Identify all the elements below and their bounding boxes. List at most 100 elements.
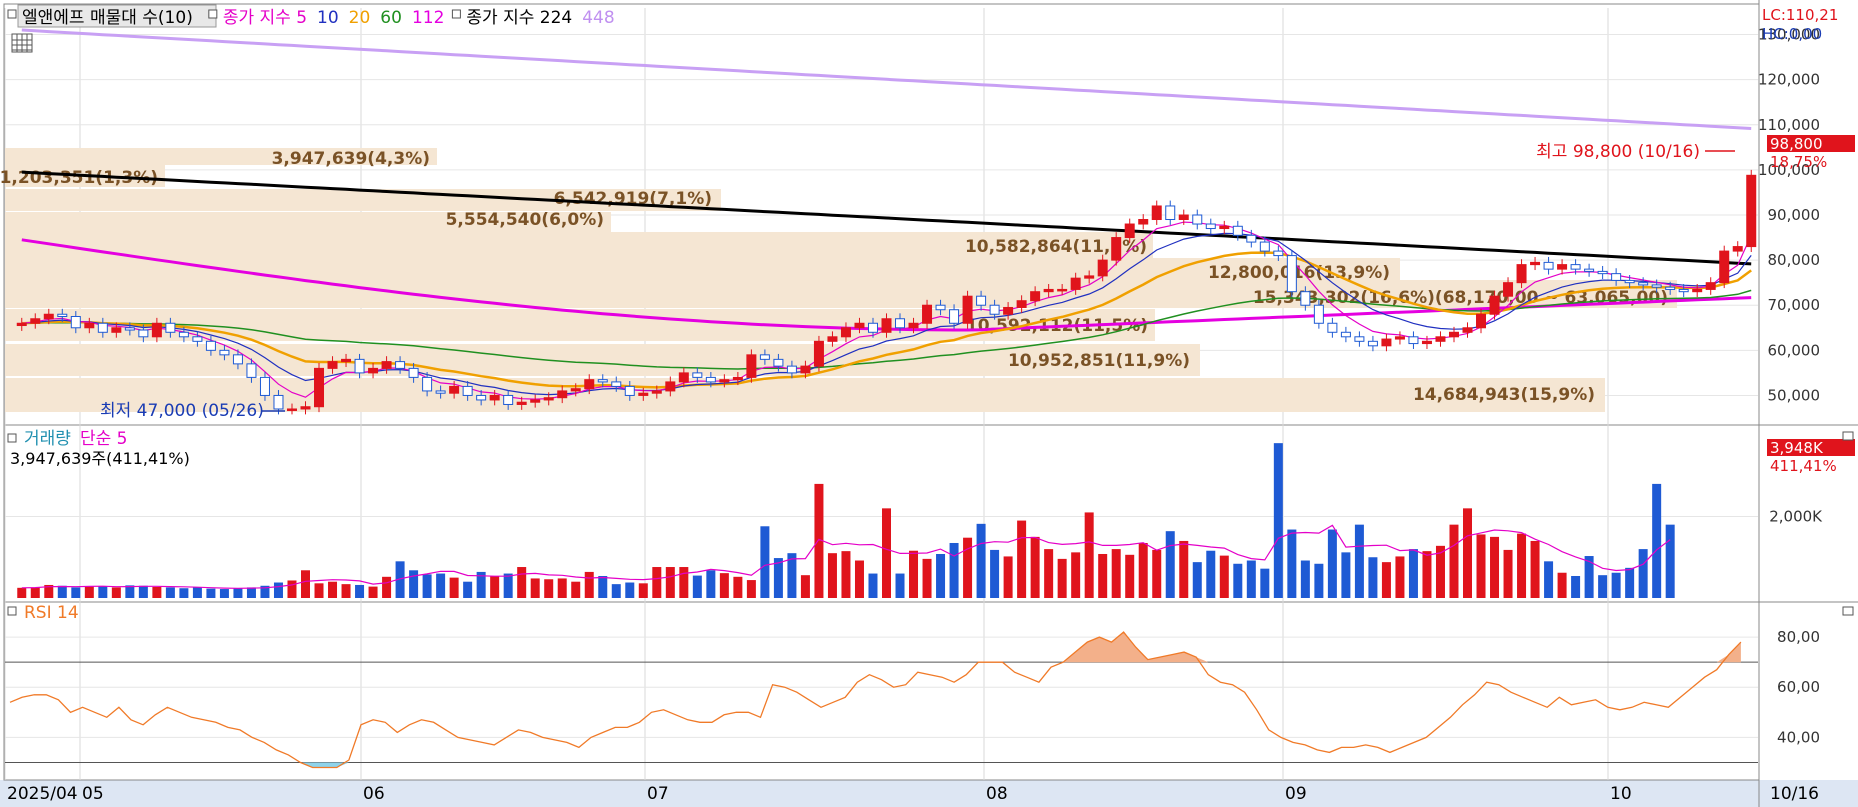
candle-body bbox=[1408, 336, 1419, 345]
volume-bar bbox=[1179, 540, 1189, 598]
candle-body bbox=[1030, 291, 1041, 302]
candle-body bbox=[1354, 336, 1365, 342]
candle-body bbox=[1462, 327, 1473, 333]
volume-bar bbox=[827, 553, 837, 598]
panel-close-icon[interactable] bbox=[1842, 606, 1854, 616]
volume-bar bbox=[1057, 558, 1067, 598]
volume-current-pct: 411,41% bbox=[1770, 457, 1837, 475]
candle-body bbox=[895, 318, 906, 329]
high-annotation: 최고 98,800 (10/16) bbox=[1536, 142, 1700, 162]
panel-close-icon[interactable] bbox=[1842, 431, 1854, 441]
volume-bar bbox=[584, 571, 594, 598]
candle-body bbox=[516, 401, 527, 405]
candle-body bbox=[530, 399, 541, 403]
volume-bar bbox=[746, 580, 756, 598]
volume-bar bbox=[98, 586, 108, 598]
volume-bar bbox=[192, 587, 202, 598]
volume-bar bbox=[963, 537, 973, 598]
candle-body bbox=[1421, 340, 1432, 345]
current-change-tag: 18,75% bbox=[1770, 153, 1827, 171]
candle-body bbox=[1489, 295, 1500, 315]
candle-body bbox=[1327, 322, 1338, 333]
volume-bar bbox=[1652, 483, 1662, 598]
volume-bar bbox=[71, 587, 81, 598]
candle-body bbox=[570, 388, 581, 392]
volume-profile-label: 14,684,943(15,9%) bbox=[1413, 385, 1595, 405]
volume-bar bbox=[1395, 556, 1405, 598]
volume-bar bbox=[922, 558, 932, 598]
candle-body bbox=[124, 327, 135, 331]
rsi-title: RSI 14 bbox=[24, 603, 79, 623]
candle-body bbox=[151, 322, 162, 338]
candle-body bbox=[1435, 336, 1446, 342]
legend-item: 10 bbox=[317, 8, 339, 28]
candle-body bbox=[989, 304, 1000, 315]
volume-bar bbox=[625, 582, 635, 598]
volume-bar bbox=[679, 567, 689, 598]
volume-bar bbox=[1044, 549, 1054, 598]
volume-current-tag: 3,948K bbox=[1770, 439, 1824, 457]
volume-bar bbox=[949, 542, 959, 598]
volume-bar bbox=[638, 583, 648, 598]
legend-item: 20 bbox=[349, 8, 371, 28]
volume-bar bbox=[1368, 557, 1378, 598]
candle-body bbox=[300, 406, 311, 410]
volume-bar bbox=[760, 526, 770, 598]
candle-body bbox=[449, 385, 460, 394]
legend-marker bbox=[7, 9, 17, 19]
candle-body bbox=[1665, 286, 1676, 290]
candle-body bbox=[1165, 205, 1176, 221]
volume-bar bbox=[706, 570, 716, 598]
legend-item: 112 bbox=[412, 8, 444, 28]
rsi-tick-label: 60,00 bbox=[1777, 678, 1820, 696]
volume-title: 거래량 bbox=[24, 429, 71, 449]
candle-body bbox=[435, 390, 446, 394]
candle-body bbox=[476, 394, 487, 401]
candle-body bbox=[773, 358, 784, 367]
volume-bar bbox=[854, 560, 864, 598]
volume-bar bbox=[273, 582, 283, 598]
candle-body bbox=[624, 385, 635, 396]
candle-body bbox=[395, 361, 406, 369]
candle-body bbox=[111, 327, 122, 333]
candle-body bbox=[1732, 246, 1743, 252]
candle-body bbox=[1543, 261, 1554, 270]
price-tick-label: 60,000 bbox=[1768, 341, 1821, 359]
candle-body bbox=[1286, 255, 1297, 293]
candle-body bbox=[219, 349, 230, 356]
volume-bar bbox=[1138, 542, 1148, 598]
candle-body bbox=[16, 322, 27, 327]
candle-body bbox=[1557, 264, 1568, 270]
candle-body bbox=[43, 313, 54, 320]
candle-body bbox=[543, 397, 554, 401]
candle-body bbox=[327, 361, 338, 369]
candle-body bbox=[1651, 284, 1662, 288]
candle-body bbox=[692, 372, 703, 378]
candle-body bbox=[408, 367, 419, 378]
volume-bar bbox=[1557, 572, 1567, 598]
candle-body bbox=[1124, 223, 1135, 239]
candle-body bbox=[354, 358, 365, 374]
candle-body bbox=[1448, 331, 1459, 338]
volume-profile-label: 10,952,851(11,9%) bbox=[1008, 351, 1190, 371]
volume-bar bbox=[152, 586, 162, 598]
candle-body bbox=[1340, 331, 1351, 338]
candle-body bbox=[84, 322, 95, 329]
candle-body bbox=[1273, 250, 1284, 257]
volume-bar bbox=[17, 587, 27, 598]
candle-body bbox=[976, 295, 987, 306]
volume-bar bbox=[1084, 512, 1094, 598]
candle-body bbox=[503, 394, 514, 405]
volume-bar bbox=[611, 584, 621, 598]
candle-body bbox=[57, 313, 68, 318]
volume-bar bbox=[598, 575, 608, 598]
candle-body bbox=[1503, 282, 1514, 297]
candle-body bbox=[232, 354, 243, 365]
volume-bar bbox=[868, 573, 878, 598]
volume-bar bbox=[1408, 549, 1418, 598]
candle-body bbox=[705, 376, 716, 383]
volume-bar bbox=[1152, 549, 1162, 598]
volume-bar bbox=[409, 570, 419, 598]
volume-bar bbox=[287, 580, 297, 598]
volume-bar bbox=[503, 573, 513, 598]
